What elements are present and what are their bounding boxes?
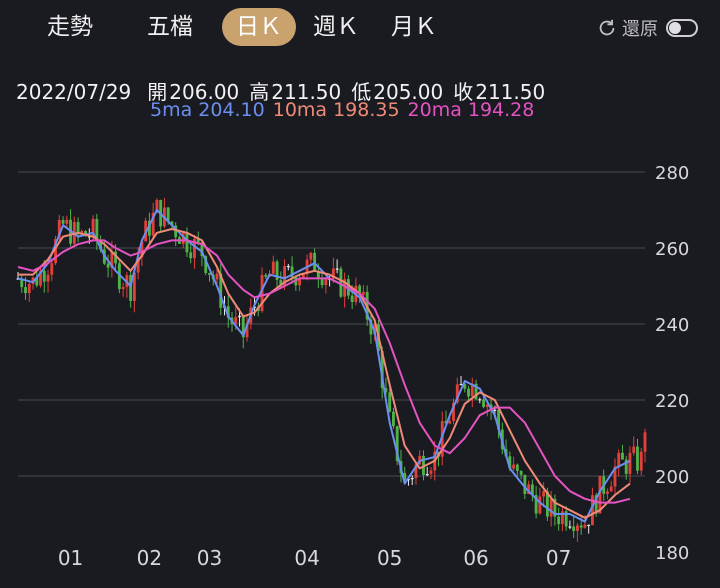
candle-body <box>234 317 238 324</box>
candle-body <box>467 388 470 397</box>
candle-body <box>493 409 497 411</box>
candle-body <box>425 473 429 476</box>
candle-body <box>324 279 328 286</box>
y-tick-label: 260 <box>655 239 689 260</box>
candle-body <box>478 399 482 401</box>
ma20-label: 20ma <box>407 99 462 121</box>
candle-body <box>639 451 643 471</box>
candle-body <box>515 464 519 471</box>
candle-body <box>185 232 189 253</box>
candle-body <box>572 526 576 531</box>
candle-body <box>335 268 339 270</box>
candle-body <box>636 446 639 471</box>
ma20-value: 194.28 <box>467 99 535 121</box>
candle-body <box>512 464 516 469</box>
candle-body <box>609 486 613 492</box>
ma10-label: 10ma <box>272 99 328 121</box>
ma5-value: 204.10 <box>198 99 265 121</box>
restore-control[interactable]: 還原 <box>596 14 698 42</box>
quote-date: 2022/07/29 <box>16 80 132 104</box>
ma5-label: 5ma <box>150 99 193 121</box>
candle-body <box>606 491 609 494</box>
candle-body <box>410 478 414 480</box>
candle-body <box>643 432 647 452</box>
y-tick-label: 220 <box>655 391 689 412</box>
candle-body <box>568 526 572 528</box>
candle-body <box>632 446 636 453</box>
restore-label: 還原 <box>622 19 658 40</box>
candle-body <box>42 270 46 282</box>
tab-weekly-k[interactable]: 週Ｋ <box>306 8 366 46</box>
candle-body <box>76 222 80 234</box>
x-tick-label: 01 <box>58 546 83 570</box>
tab-monthly-k[interactable]: 月Ｋ <box>384 8 444 46</box>
candle-body <box>65 219 69 224</box>
candle-body <box>27 283 31 294</box>
candle-body <box>542 491 546 497</box>
candle-body <box>429 470 433 474</box>
candle-body <box>519 470 523 475</box>
candle-body <box>121 287 125 290</box>
y-tick-label: 180 <box>655 543 689 564</box>
candle-body <box>523 474 527 494</box>
candle-body <box>286 266 290 268</box>
candle-body <box>388 392 392 412</box>
ma-line-10ma <box>18 228 631 519</box>
x-tick-label: 03 <box>197 546 222 570</box>
candle-body <box>583 524 587 528</box>
candle-body <box>621 452 624 460</box>
candle-body <box>628 452 632 474</box>
candle-body <box>271 261 275 274</box>
candle-body <box>46 274 50 282</box>
candle-body <box>189 252 193 259</box>
candle-body <box>238 315 241 318</box>
candle-body <box>549 498 553 517</box>
candle-body <box>482 399 485 408</box>
candle-body <box>24 287 27 294</box>
x-tick-label: 05 <box>377 546 402 570</box>
candle-body <box>587 524 591 526</box>
candle-body <box>579 525 583 528</box>
y-tick-label: 280 <box>655 163 689 184</box>
y-tick-label: 200 <box>655 467 689 488</box>
candle-body <box>557 516 561 525</box>
x-tick-label: 04 <box>294 546 319 570</box>
candle-body <box>264 274 268 277</box>
kline-chart[interactable]: 280 260 240 220 200 180 01 02 03 04 05 06 07 <box>0 150 720 588</box>
candle-body <box>61 219 65 224</box>
candle-body <box>215 273 219 280</box>
toggle-knob <box>669 22 681 34</box>
ma-line-20ma <box>17 239 631 504</box>
refresh-icon <box>599 19 615 36</box>
x-tick-label: 02 <box>137 546 162 570</box>
candle-body <box>575 525 579 531</box>
candle-body <box>392 411 395 427</box>
y-tick-label: 240 <box>655 315 689 336</box>
ma-line-5ma <box>17 209 631 523</box>
candle-body <box>448 420 452 424</box>
candle-body <box>361 291 365 295</box>
period-tab-bar: 走勢 五檔 日Ｋ 週Ｋ 月Ｋ 還原 <box>0 0 720 56</box>
x-tick-label: 06 <box>463 546 488 570</box>
restore-toggle[interactable] <box>666 19 698 37</box>
candle-body <box>350 295 354 303</box>
candle-body <box>106 263 110 268</box>
x-tick-label: 07 <box>546 546 571 570</box>
ma10-value: 198.35 <box>333 99 400 121</box>
tab-daily-k[interactable]: 日Ｋ <box>222 8 296 46</box>
ma-info-row: 5ma 204.10 10ma 198.35 20ma 194.28 <box>150 99 542 121</box>
candle-body <box>617 452 621 467</box>
candle-body <box>538 496 542 514</box>
tab-five-levels[interactable]: 五檔 <box>140 8 200 46</box>
candle-body <box>309 252 313 260</box>
candle-body <box>50 263 54 275</box>
tab-trend[interactable]: 走勢 <box>40 8 100 46</box>
